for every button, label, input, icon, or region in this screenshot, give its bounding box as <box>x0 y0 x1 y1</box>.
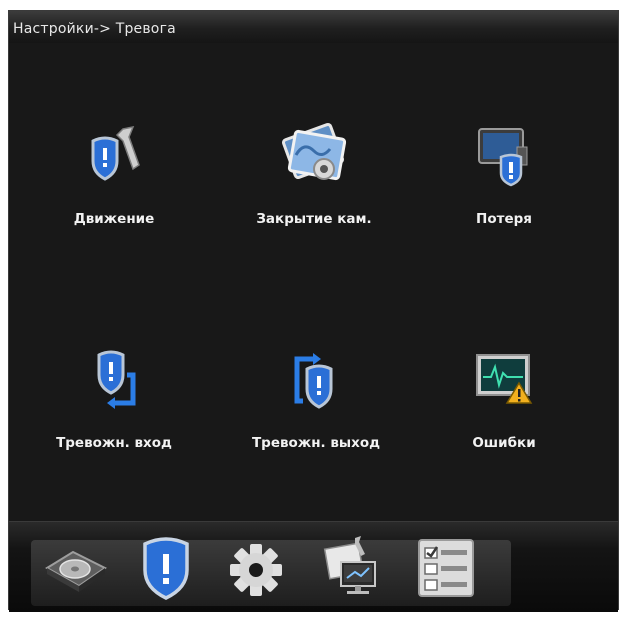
gear-icon <box>230 544 282 596</box>
tile-label-camera-cover: Закрытие кам. <box>256 211 372 227</box>
tile-label-alarm-output: Тревожн. выход <box>251 435 381 451</box>
alarm-menu-grid: Движение Закрытие кам. Потеря Тревожн. в… <box>9 43 618 521</box>
tile-camera-cover[interactable]: Закрытие кам. <box>239 121 389 251</box>
breadcrumb: Настройки-> Тревога <box>13 21 176 37</box>
shield-icon <box>143 537 189 600</box>
checklist-icon <box>418 539 474 597</box>
shield-wrench-icon <box>91 125 140 181</box>
tile-video-loss[interactable]: Потеря <box>429 121 579 251</box>
dock-info[interactable] <box>411 532 481 602</box>
alarm-settings-window: Настройки-> Тревога Движение Закрытие ка… <box>8 10 619 612</box>
network-tools-icon <box>323 536 376 594</box>
tile-alarm-output[interactable]: Тревожн. выход <box>241 345 391 475</box>
dock-network[interactable] <box>315 532 385 602</box>
error-monitor-icon <box>476 354 533 404</box>
camera-cover-icon <box>282 123 347 181</box>
tile-label-errors: Ошибки <box>472 435 536 451</box>
tile-motion[interactable]: Движение <box>39 121 189 251</box>
tile-label-alarm-input: Тревожн. вход <box>56 435 172 451</box>
tile-alarm-input[interactable]: Тревожн. вход <box>39 345 189 475</box>
tile-label-video-loss: Потеря <box>476 211 532 227</box>
bottom-dock <box>9 521 618 612</box>
hdd-icon <box>45 550 107 592</box>
alarm-input-icon <box>97 350 136 409</box>
alarm-output-icon <box>294 353 333 409</box>
dock-storage[interactable] <box>41 532 111 602</box>
dock-system[interactable] <box>221 532 291 602</box>
tile-errors[interactable]: Ошибки <box>429 345 579 475</box>
title-bar: Настройки-> Тревога <box>9 11 618 44</box>
tile-label-motion: Движение <box>73 211 155 227</box>
video-loss-icon <box>478 128 528 187</box>
dock-alarm[interactable] <box>131 532 201 602</box>
